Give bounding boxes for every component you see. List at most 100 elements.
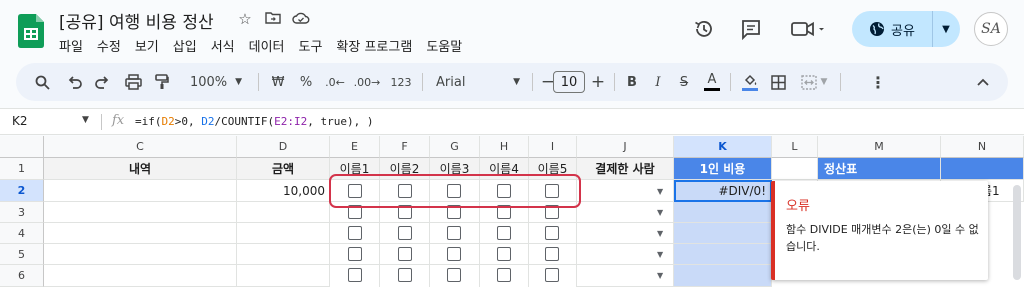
cell-k2[interactable]: #DIV/0! <box>674 180 772 202</box>
checkbox-e5[interactable] <box>348 247 362 261</box>
dropdown-j6-icon[interactable]: ▼ <box>657 271 663 280</box>
text-color-button[interactable]: A <box>702 63 722 101</box>
column-header-c[interactable]: C <box>44 136 237 158</box>
column-header-d[interactable]: D <box>237 136 330 158</box>
column-header-k[interactable]: K <box>674 136 772 158</box>
print-icon[interactable] <box>120 63 146 101</box>
paint-format-icon[interactable] <box>150 63 174 101</box>
cell-d4[interactable] <box>237 223 330 244</box>
column-header-i[interactable]: I <box>529 136 577 158</box>
version-history-icon[interactable] <box>693 18 715 40</box>
menu-view[interactable]: 보기 <box>135 36 159 55</box>
cell-n1[interactable] <box>941 158 1024 180</box>
font-select[interactable]: Arial ▼ <box>432 63 524 101</box>
checkbox-f4[interactable] <box>398 226 412 240</box>
menu-insert[interactable]: 삽입 <box>173 36 197 55</box>
star-icon[interactable]: ☆ <box>236 10 254 28</box>
row-header-6[interactable]: 6 <box>0 265 44 287</box>
checkbox-h5[interactable] <box>497 247 511 261</box>
vertical-scrollbar[interactable] <box>1013 185 1021 280</box>
avatar[interactable]: SA <box>974 12 1008 46</box>
search-menus-icon[interactable] <box>30 63 54 101</box>
collapse-toolbar-icon[interactable] <box>972 63 994 101</box>
cloud-status-icon[interactable] <box>292 10 310 28</box>
menu-tools[interactable]: 도구 <box>299 36 323 55</box>
move-folder-icon[interactable] <box>264 10 282 28</box>
document-title[interactable]: [공유] 여행 비용 정산 <box>59 8 214 33</box>
checkbox-f6[interactable] <box>398 268 412 282</box>
column-header-f[interactable]: F <box>380 136 430 158</box>
checkbox-g6[interactable] <box>447 268 461 282</box>
cell-k3[interactable] <box>674 202 772 223</box>
fill-color-button[interactable] <box>738 63 762 101</box>
menu-data[interactable]: 데이터 <box>249 36 285 55</box>
name-box[interactable]: K2 <box>12 114 28 128</box>
checkbox-h4[interactable] <box>497 226 511 240</box>
checkbox-g5[interactable] <box>447 247 461 261</box>
merge-cells-icon[interactable]: ▼ <box>796 63 832 101</box>
row-header-5[interactable]: 5 <box>0 244 44 265</box>
menu-extensions[interactable]: 확장 프로그램 <box>336 36 412 55</box>
row-header-1[interactable]: 1 <box>0 158 44 180</box>
cell-k6[interactable] <box>674 265 772 287</box>
borders-icon[interactable] <box>766 63 790 101</box>
dropdown-j2-icon[interactable]: ▼ <box>657 187 663 196</box>
increase-font-size-button[interactable]: + <box>588 63 608 101</box>
percent-format-button[interactable]: % <box>296 63 316 101</box>
checkbox-e4[interactable] <box>348 226 362 240</box>
cell-k1[interactable]: 1인 비용 <box>674 158 772 180</box>
italic-button[interactable]: I <box>648 63 668 101</box>
column-header-l[interactable]: L <box>772 136 818 158</box>
column-header-n[interactable]: N <box>941 136 1024 158</box>
share-options-caret-icon[interactable]: ▼ <box>934 11 958 47</box>
more-formats-button[interactable]: 123 <box>387 63 415 101</box>
strikethrough-button[interactable]: S <box>674 63 694 101</box>
zoom-select[interactable]: 100% ▼ <box>186 63 246 101</box>
cell-l1[interactable] <box>772 158 818 180</box>
checkbox-i4[interactable] <box>545 226 559 240</box>
share-button[interactable]: 공유 <box>852 11 932 47</box>
row-header-3[interactable]: 3 <box>0 202 44 223</box>
formula-input[interactable]: =if(D2>0, D2/COUNTIF(E2:I2, true), ) <box>135 115 373 128</box>
cell-d1[interactable]: 금액 <box>237 158 330 180</box>
select-all-corner[interactable] <box>0 136 44 158</box>
cell-c6[interactable] <box>44 265 237 287</box>
checkbox-e6[interactable] <box>348 268 362 282</box>
cell-c1[interactable]: 내역 <box>44 158 237 180</box>
menu-edit[interactable]: 수정 <box>97 36 121 55</box>
cell-d2[interactable]: 10,000 <box>237 180 330 202</box>
increase-decimal-button[interactable]: .00→ <box>351 63 383 101</box>
column-header-m[interactable]: M <box>818 136 941 158</box>
dropdown-j5-icon[interactable]: ▼ <box>657 250 663 259</box>
column-header-j[interactable]: J <box>577 136 674 158</box>
checkbox-i5[interactable] <box>545 247 559 261</box>
cell-m1[interactable]: 정산표 <box>818 158 941 180</box>
dropdown-j3-icon[interactable]: ▼ <box>657 208 663 217</box>
cell-c3[interactable] <box>44 202 237 223</box>
menu-help[interactable]: 도움말 <box>426 36 462 55</box>
checkbox-g4[interactable] <box>447 226 461 240</box>
font-size-input[interactable]: 10 <box>553 71 585 93</box>
cell-c5[interactable] <box>44 244 237 265</box>
cell-k4[interactable] <box>674 223 772 244</box>
checkbox-h6[interactable] <box>497 268 511 282</box>
name-box-caret-icon[interactable]: ▼ <box>82 115 89 125</box>
cell-c2[interactable] <box>44 180 237 202</box>
menu-file[interactable]: 파일 <box>59 36 83 55</box>
more-options-icon[interactable]: ⋮ <box>868 63 888 101</box>
cell-d5[interactable] <box>237 244 330 265</box>
cell-d6[interactable] <box>237 265 330 287</box>
column-header-e[interactable]: E <box>330 136 380 158</box>
row-header-2[interactable]: 2 <box>0 180 44 202</box>
menu-format[interactable]: 서식 <box>211 36 235 55</box>
sheets-logo-icon[interactable] <box>18 14 44 48</box>
row-header-4[interactable]: 4 <box>0 223 44 244</box>
cell-k5[interactable] <box>674 244 772 265</box>
checkbox-i6[interactable] <box>545 268 559 282</box>
comments-icon[interactable] <box>740 18 762 40</box>
dropdown-j4-icon[interactable]: ▼ <box>657 229 663 238</box>
redo-icon[interactable] <box>90 63 114 101</box>
column-header-h[interactable]: H <box>480 136 529 158</box>
cell-d3[interactable] <box>237 202 330 223</box>
cell-j1[interactable]: 결제한 사람 <box>577 158 674 180</box>
